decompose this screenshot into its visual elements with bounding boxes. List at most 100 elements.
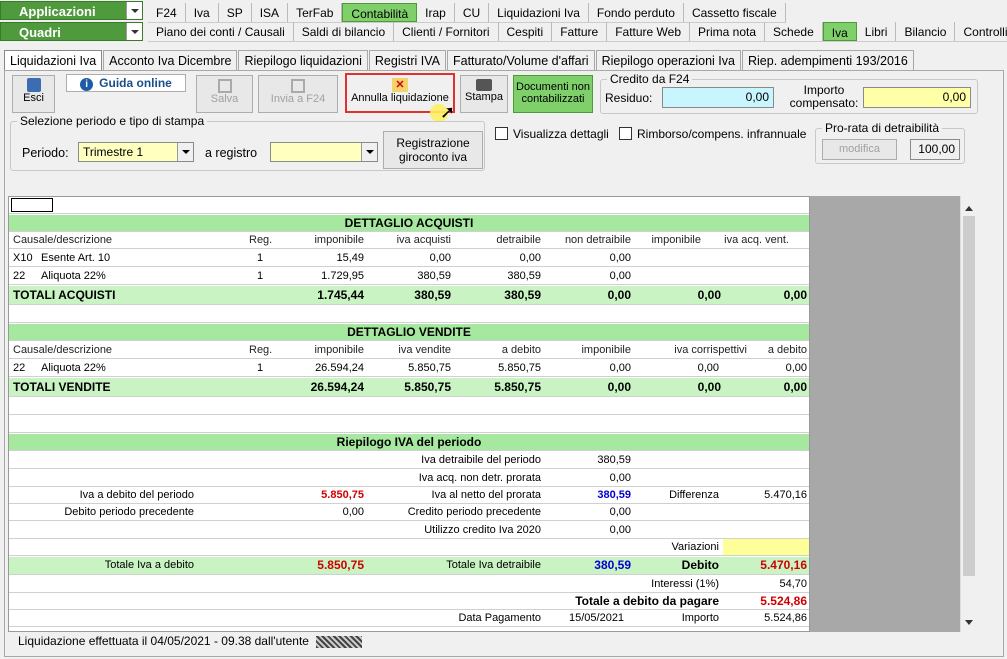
riepilogo-title: Riepilogo IVA del periodo [9,434,809,451]
menu-irap[interactable]: Irap [417,3,455,22]
cell: Importo [681,612,719,624]
variazioni-input[interactable] [723,539,809,555]
cell: Differenza [669,489,719,501]
registro-select[interactable] [270,142,378,162]
tab-liquidazioni-iva[interactable]: Liquidazioni Iva [4,50,103,71]
menu-row-1: F24 Iva SP ISA TerFab Contabilità Irap C… [148,3,786,23]
stampa-label: Stampa [465,91,503,103]
chevron-down-icon[interactable] [177,143,193,161]
cell: Data Pagamento [458,612,541,624]
prorata-input[interactable]: 100,00 [910,139,960,160]
stampa-button[interactable]: Stampa [460,75,508,113]
menu-f24[interactable]: F24 [148,3,186,22]
salva-button[interactable]: Salva [196,75,253,113]
vertical-scrollbar[interactable] [960,196,977,632]
applicazioni-menu[interactable]: Applicazioni [0,1,143,20]
cell: Totale a debito da pagare [575,594,719,608]
cell: Aliquota 22% [41,362,106,374]
menu-iva[interactable]: Iva [186,3,219,22]
menu-libri[interactable]: Libri [857,22,897,41]
col-imponibile: imponibile [314,344,364,356]
cell: Iva al netto del prorata [431,489,541,501]
cell: Iva acq. non detr. prorata [418,472,541,484]
cell: 0,00 [607,380,631,394]
menu-liquidazioni-iva[interactable]: Liquidazioni Iva [489,3,589,22]
menu-bilancio[interactable]: Bilancio [896,22,956,41]
tab-registri[interactable]: Registri IVA [368,50,446,71]
cell: 380,59 [414,288,451,302]
chevron-down-icon[interactable] [126,23,142,40]
table-row: Iva detraibile del periodo 380,59 [9,452,809,469]
documenti-non-contabilizzati-button[interactable]: Documenti non contabilizzati [513,75,593,113]
cell: TOTALI ACQUISTI [13,288,116,302]
menu-terfab[interactable]: TerFab [288,3,343,22]
invia-label: Invia a F24 [270,93,326,105]
modifica-button[interactable]: modifica [822,139,897,160]
info-icon: i [80,78,94,91]
giroconto-button[interactable]: Registrazione giroconto iva [383,131,483,169]
table-row: Utilizzo credito Iva 2020 0,00 [9,522,809,539]
chevron-down-icon[interactable] [361,143,377,161]
menu-cespiti[interactable]: Cespiti [499,22,553,41]
menu-prima-nota[interactable]: Prima nota [690,22,766,41]
menu-schede[interactable]: Schede [765,22,823,41]
cell: Aliquota 22% [41,270,106,282]
acquisti-header: Causale/descrizione Reg. imponibile iva … [9,232,809,249]
scroll-up-icon[interactable] [965,202,973,211]
cell: 5.524,86 [760,594,807,608]
menu-fondo-perduto[interactable]: Fondo perduto [589,3,684,22]
salva-label: Salva [210,93,239,105]
cell: 380,59 [594,558,631,572]
cell-selector[interactable] [11,198,53,212]
cell: 5.524,86 [764,612,807,624]
visualizza-dettagli-checkbox[interactable] [495,127,508,140]
cell: 0,00 [609,252,631,264]
importo-compensato-input[interactable]: 0,00 [863,87,971,108]
cell: 5.850,75 [408,362,451,374]
menu-clienti[interactable]: Clienti / Fornitori [394,22,499,41]
invia-f24-button[interactable]: Invia a F24 [258,75,338,113]
col-iva-vendite: iva vendite [398,344,451,356]
scroll-thumb[interactable] [963,216,975,576]
table-row: Iva a debito del periodo 5.850,75 Iva al… [9,487,809,504]
col-reg: Reg. [249,344,273,356]
tab-riepilogo-operazioni[interactable]: Riepilogo operazioni Iva [595,50,741,71]
periodo-select[interactable]: Trimestre 1 [78,142,194,162]
menu-fatture[interactable]: Fatture [552,22,608,41]
menu-sp[interactable]: SP [219,3,252,22]
menu-isa[interactable]: ISA [252,3,289,22]
rimborso-checkbox[interactable] [619,127,632,140]
menu-contabilita[interactable]: Contabilità [342,3,418,22]
menu-fatture-web[interactable]: Fatture Web [607,22,691,41]
guida-online-button[interactable]: i Guida online [66,74,186,92]
credito-legend: Credito da F24 [607,72,693,86]
menu-cu[interactable]: CU [455,3,490,22]
menu-piano-conti[interactable]: Piano dei conti / Causali [148,22,294,41]
cell: X10 [13,252,33,264]
cell: 0,00 [429,252,451,264]
menu-saldi[interactable]: Saldi di bilancio [294,22,395,41]
quadri-menu[interactable]: Quadri [0,22,143,41]
printer-icon [476,79,492,91]
cell: 0,00 [697,380,721,394]
tab-acconto[interactable]: Acconto Iva Dicembre [103,50,238,71]
menu-iva-sub[interactable]: Iva [822,22,857,41]
cell: 5.850,75 [404,380,451,394]
cell: 0,00 [609,362,631,374]
table-row: Iva acq. non detr. prorata 0,00 [9,470,809,487]
cell: TOTALI VENDITE [13,380,111,394]
periodo-value: Trimestre 1 [83,145,144,159]
vendite-title: DETTAGLIO VENDITE [9,324,809,341]
cell: 5.850,75 [494,380,541,394]
tab-adempimenti[interactable]: Riep. adempimenti 193/2016 [741,50,914,71]
chevron-down-icon[interactable] [126,2,142,19]
esci-button[interactable]: Esci [12,75,55,113]
col-iva-acq-vent: iva acq. vent. [724,234,789,246]
menu-cassetto-fiscale[interactable]: Cassetto fiscale [684,3,786,22]
tab-riepilogo-liquidazioni[interactable]: Riepilogo liquidazioni [238,50,368,71]
scroll-down-icon[interactable] [965,620,973,629]
menu-row-2: Piano dei conti / Causali Saldi di bilan… [148,22,1007,42]
tab-fatturato[interactable]: Fatturato/Volume d'affari [446,50,595,71]
menu-controlli[interactable]: Controlli [955,22,1007,41]
residuo-input[interactable]: 0,00 [662,87,774,108]
